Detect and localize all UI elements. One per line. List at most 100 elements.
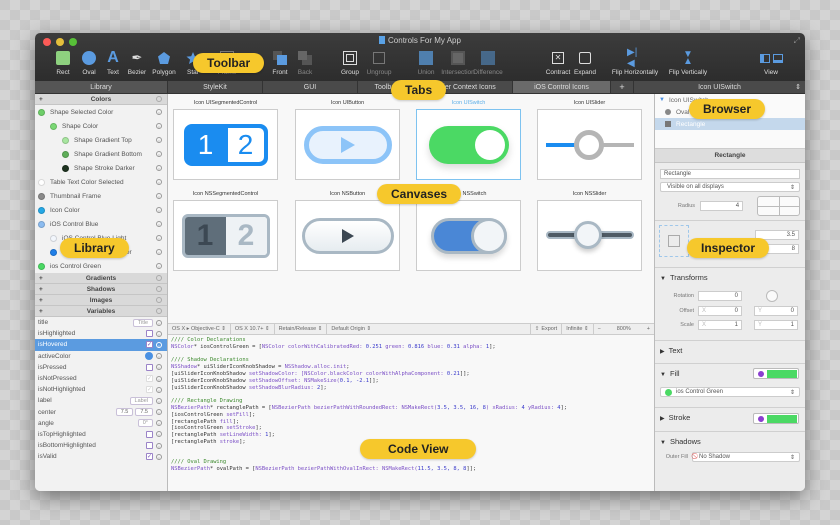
scale-y-field[interactable]: Y1 (754, 320, 798, 330)
variable-checkbox[interactable] (146, 430, 153, 438)
variable-usage-icon[interactable]: • (156, 375, 162, 382)
canvas-title[interactable]: Icon UISwitch (416, 100, 521, 106)
variable-row[interactable]: isNotPressed ✓ • (35, 373, 167, 384)
color-usage-icon[interactable]: • (156, 179, 162, 185)
variable-row[interactable]: isValid ✓ • (35, 451, 167, 462)
offset-y-field[interactable]: Y0 (754, 306, 798, 316)
canvas-frame[interactable] (416, 109, 521, 180)
color-item[interactable]: Thumbnail Frame • (35, 189, 167, 203)
canvas-frame[interactable] (295, 200, 400, 271)
export-button[interactable]: ⇪ Export (531, 324, 563, 334)
canvas-icon-uisegmentedcontrol[interactable]: Icon UISegmentedControl 1 2 (173, 100, 278, 180)
color-usage-icon[interactable]: • (156, 123, 162, 129)
variable-value-field[interactable]: Label (129, 396, 153, 405)
tab-ios-control-icons[interactable]: iOS Control Icons (513, 81, 611, 93)
toolbar-button-view[interactable]: View (756, 50, 786, 76)
variable-usage-icon[interactable]: • (156, 330, 162, 337)
variable-row[interactable]: isHovered ✓ • (35, 339, 167, 351)
color-item[interactable]: Shape Selected Color • (35, 105, 167, 119)
variable-usage-icon[interactable]: • (156, 397, 162, 404)
toolbar-button-difference[interactable]: Difference (463, 50, 513, 76)
toolbar-button-contract[interactable]: ✕ Contract (543, 50, 573, 76)
variable-usage-icon[interactable]: • (156, 341, 162, 348)
outer-fill-select[interactable]: ⃠No Shadow⇕ (692, 452, 800, 462)
toolbar-button-polygon[interactable]: Polygon (149, 50, 179, 76)
variable-row[interactable]: isTopHighlighted • (35, 429, 167, 440)
color-item[interactable]: Shape Stroke Darker • (35, 161, 167, 175)
variable-row[interactable]: activeColor • (35, 351, 167, 362)
toolbar-button-flip-horizontally[interactable]: ▶|◀ Flip Horizontally (610, 47, 660, 76)
variable-usage-icon[interactable]: • (156, 386, 162, 393)
canvas-frame[interactable] (537, 109, 642, 180)
add-icon[interactable]: + (39, 297, 43, 304)
toolbar-button-expand[interactable]: Expand (570, 50, 600, 76)
platform-select[interactable]: OS X ▸ Objective-C ⇕ (168, 324, 231, 334)
variable-checkbox[interactable] (146, 363, 153, 371)
add-tab-button[interactable]: + (611, 81, 634, 93)
disclosure-open-icon[interactable]: ▼ (660, 372, 666, 378)
shape-name-field[interactable]: Rectangle (660, 169, 800, 179)
variable-checkbox[interactable]: ✓ (146, 375, 153, 383)
variable-row[interactable]: isHighlighted • (35, 328, 167, 339)
add-icon[interactable]: + (39, 286, 43, 293)
canvas-icon-uislider[interactable]: Icon UISlider (537, 100, 642, 180)
corner-selector[interactable] (757, 196, 800, 216)
color-usage-icon[interactable]: • (156, 221, 162, 227)
variable-row[interactable]: isPressed • (35, 362, 167, 373)
stroke-color-well[interactable] (753, 413, 799, 424)
variable-row[interactable]: angle 0° • (35, 418, 167, 429)
variable-checkbox[interactable]: ✓ (146, 341, 153, 349)
add-icon[interactable]: + (39, 275, 43, 282)
color-item[interactable]: Table Text Color Selected • (35, 175, 167, 189)
variable-usage-icon[interactable]: • (156, 319, 162, 326)
section-toggle-icon[interactable] (156, 286, 162, 292)
color-usage-icon[interactable]: • (156, 249, 162, 255)
canvas-frame[interactable]: 12 (173, 109, 278, 180)
memory-select[interactable]: Retain/Release ⇕ (275, 324, 328, 334)
variable-row[interactable]: isNotHighlighted ✓ • (35, 384, 167, 395)
variable-value-field[interactable]: Title (132, 318, 153, 327)
canvas-frame[interactable] (537, 200, 642, 271)
canvas-frame[interactable] (295, 109, 400, 180)
canvas-title[interactable]: Icon NSSlider (537, 191, 642, 197)
variable-checkbox[interactable] (146, 442, 153, 450)
toolbar-button-ungroup[interactable]: Ungroup (364, 50, 394, 76)
anchor-diagram[interactable] (659, 225, 689, 257)
fill-color-select[interactable]: ios Control Green ⇕ (660, 387, 800, 397)
section-toggle-icon[interactable] (156, 297, 162, 303)
toolbar-button-group[interactable]: Group (335, 50, 365, 76)
section-header-gradients[interactable]: + Gradients (35, 273, 167, 284)
section-toggle-icon[interactable] (156, 308, 162, 314)
variable-color-swatch[interactable] (145, 352, 153, 361)
color-usage-icon[interactable]: • (156, 109, 162, 115)
origin-select[interactable]: Default Origin ⇕ (327, 324, 531, 334)
transforms-header[interactable]: ▼ Transforms (660, 273, 800, 282)
variable-row[interactable]: isBottomHighlighted • (35, 440, 167, 451)
tab-stylekit[interactable]: StyleKit (168, 81, 263, 93)
resolution-select[interactable]: Infinite ⇕ (562, 324, 594, 334)
color-usage-icon[interactable]: • (156, 165, 162, 171)
toolbar-button-back[interactable]: Back (290, 50, 320, 76)
canvas-frame[interactable] (416, 200, 521, 271)
add-color-icon[interactable]: + (39, 96, 43, 103)
canvas-title[interactable]: Icon UISlider (537, 100, 642, 106)
variable-usage-icon[interactable]: • (156, 420, 162, 427)
offset-x-field[interactable]: X0 (698, 306, 742, 316)
color-item[interactable]: Shape Gradient Top • (35, 133, 167, 147)
variable-usage-icon[interactable]: • (156, 353, 162, 360)
disclosure-open-icon[interactable]: ▼ (659, 97, 665, 103)
variable-checkbox[interactable]: ✓ (146, 386, 153, 394)
variable-value-field[interactable]: 0° (137, 419, 153, 428)
remove-color-icon[interactable] (758, 415, 764, 422)
canvas-icon-nssegmentedcontrol[interactable]: Icon NSSegmentedControl 1 2 (173, 191, 278, 271)
variable-row[interactable]: title Title • (35, 317, 167, 328)
variable-usage-icon[interactable]: • (156, 364, 162, 371)
rotation-dial[interactable] (766, 290, 778, 302)
text-section[interactable]: ▶ Text (655, 340, 805, 363)
color-usage-icon[interactable]: • (156, 207, 162, 213)
rotation-field[interactable]: 0 (698, 291, 742, 301)
variable-checkbox[interactable] (146, 330, 153, 338)
scale-x-field[interactable]: X1 (698, 320, 742, 330)
disclosure-open-icon[interactable]: ▼ (660, 440, 666, 446)
variable-row[interactable]: center 7.5 7.5 • (35, 407, 167, 418)
